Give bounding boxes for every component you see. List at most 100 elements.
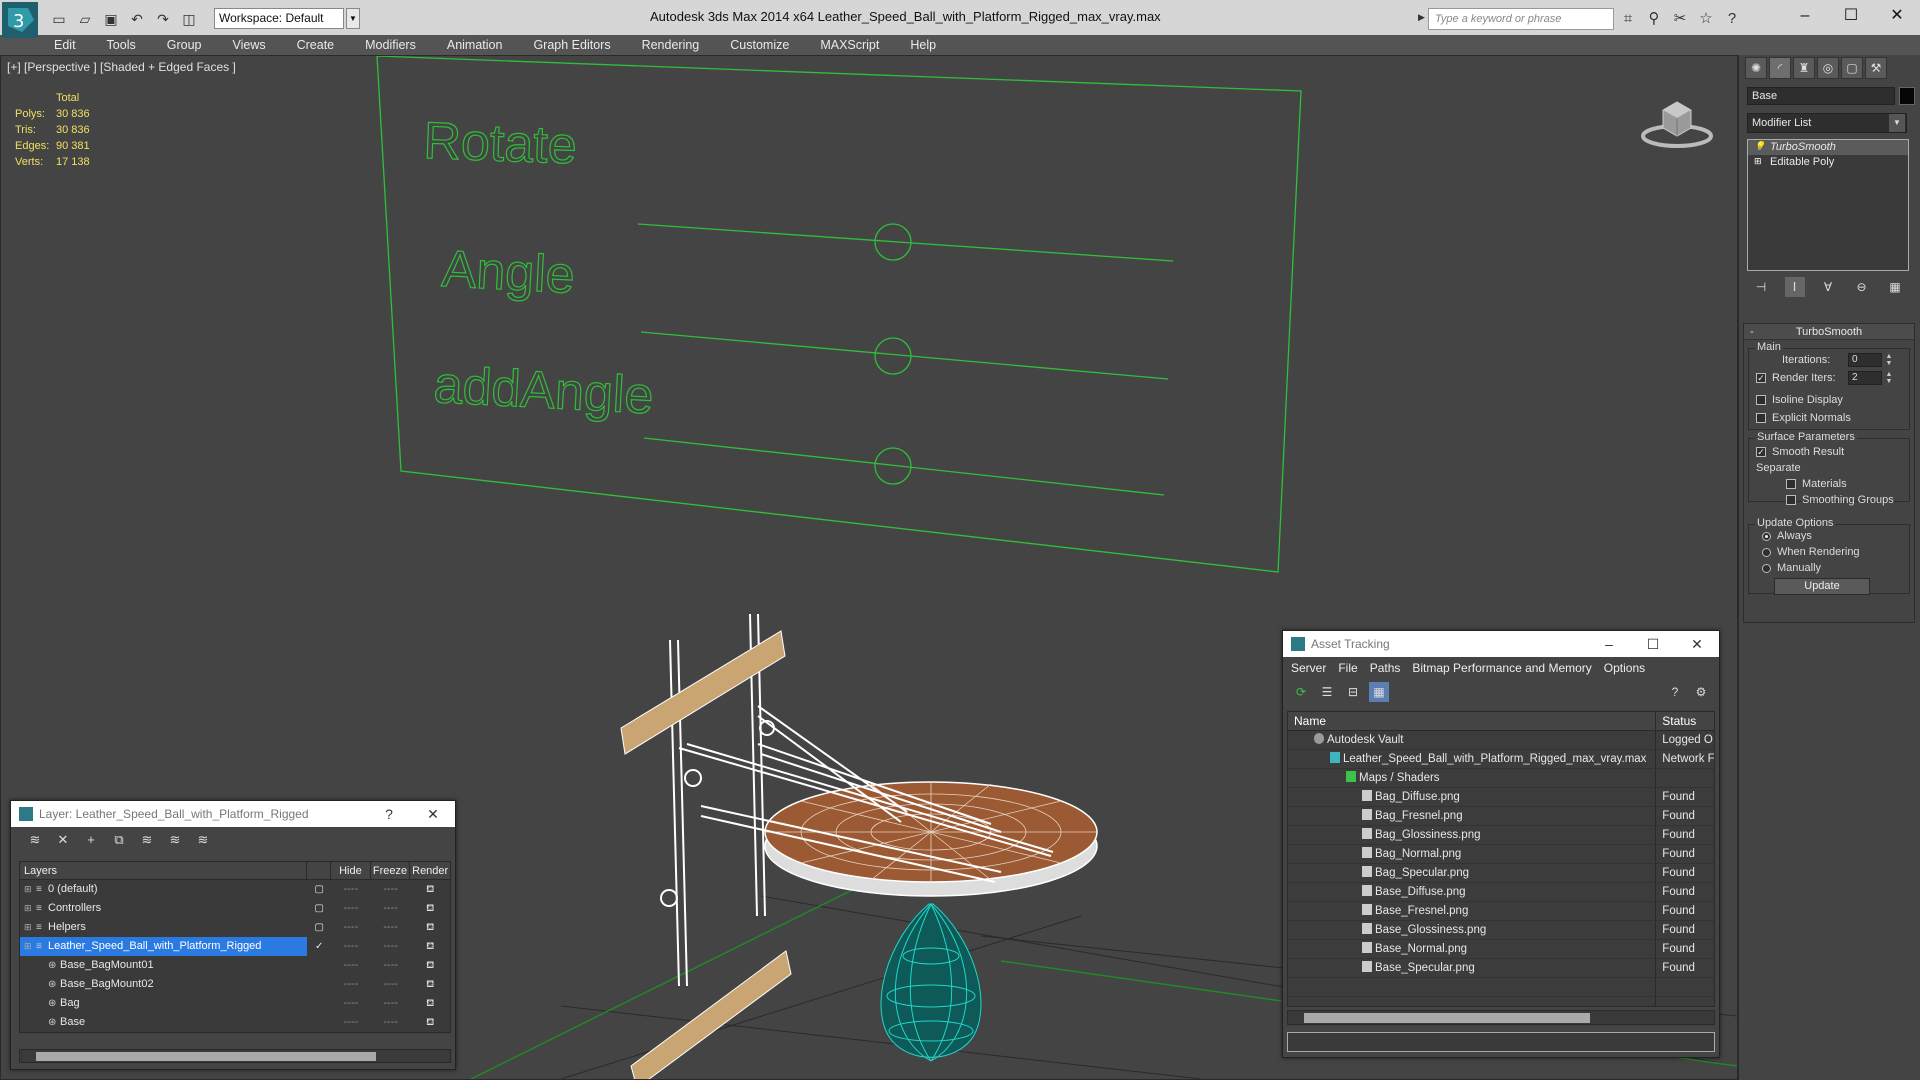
asset-close-button[interactable]: ✕ <box>1679 631 1715 657</box>
asset-row[interactable]: Base_Diffuse.png Found <box>1288 883 1714 902</box>
explicit-normals-checkbox[interactable] <box>1756 413 1766 424</box>
asset-menu-server[interactable]: Server <box>1291 657 1326 679</box>
menu-maxscript[interactable]: MAXScript <box>820 35 894 55</box>
menu-modifiers[interactable]: Modifiers <box>365 35 431 55</box>
pin-stack-icon[interactable]: ⊣ <box>1751 277 1771 297</box>
delete-layer-icon[interactable]: ✕ <box>53 831 73 849</box>
subscription-icon[interactable]: ✂ <box>1670 9 1690 29</box>
favorites-star-icon[interactable]: ☆ <box>1696 9 1716 29</box>
redo-icon[interactable]: ↷ <box>152 9 174 29</box>
hierarchy-tab-icon[interactable]: ♜ <box>1793 57 1815 79</box>
asset-name[interactable]: Bag_Glossiness.png <box>1288 826 1657 844</box>
layer-name[interactable]: ⊛ Base_BagMount02 <box>20 975 307 994</box>
materials-row[interactable]: Materials <box>1786 478 1847 490</box>
menu-customize[interactable]: Customize <box>730 35 804 55</box>
asset-menu-paths[interactable]: Paths <box>1370 657 1401 679</box>
layer-name[interactable]: ⊞ ≡ Leather_Speed_Ball_with_Platform_Rigge… <box>20 937 308 956</box>
table-view-icon[interactable]: ▦ <box>1369 682 1389 702</box>
layer-name[interactable]: ⊞ ≡ 0 (default) <box>20 880 307 899</box>
asset-minimize-button[interactable]: – <box>1591 631 1627 657</box>
lightbulb-icon[interactable]: 💡 <box>1754 142 1765 151</box>
freeze-toggle[interactable]: ---- <box>371 994 411 1013</box>
menu-create[interactable]: Create <box>297 35 350 55</box>
hide-toggle[interactable]: ---- <box>331 994 371 1013</box>
asset-name[interactable]: Bag_Normal.png <box>1288 845 1657 863</box>
menu-tools[interactable]: Tools <box>107 35 151 55</box>
layer-row[interactable]: ⊛ Base ---- ---- ⛾ <box>20 1013 450 1032</box>
spinner-arrows-icon[interactable]: ▲ ▼ <box>1884 353 1894 367</box>
asset-menu-options[interactable]: Options <box>1604 657 1645 679</box>
asset-name[interactable]: Base_Specular.png <box>1288 959 1657 977</box>
asset-name[interactable]: Bag_Diffuse.png <box>1288 788 1657 806</box>
asset-row[interactable]: Maps / Shaders <box>1288 769 1714 788</box>
materials-checkbox[interactable] <box>1786 479 1796 490</box>
menu-views[interactable]: Views <box>232 35 280 55</box>
explicit-normals-row[interactable]: Explicit Normals <box>1756 412 1851 424</box>
workspace-dropdown-arrow-icon[interactable]: ▼ <box>346 8 360 29</box>
binoculars-icon[interactable]: ⌗ <box>1618 9 1638 29</box>
create-layer-icon[interactable]: ≋ <box>25 831 45 849</box>
save-file-icon[interactable]: ▣ <box>100 9 122 29</box>
asset-name[interactable]: Base_Glossiness.png <box>1288 921 1657 939</box>
asset-horizontal-scrollbar[interactable] <box>1287 1010 1715 1025</box>
layer-name[interactable]: ⊛ Base_BagMount01 <box>20 956 307 975</box>
expand-icon[interactable]: ⊞ <box>24 899 36 918</box>
expand-icon[interactable]: ⊞ <box>24 937 36 956</box>
layer-name[interactable]: ⊞ ≡ Controllers <box>20 899 307 918</box>
menu-group[interactable]: Group <box>167 35 217 55</box>
when-rendering-radio[interactable] <box>1762 547 1771 557</box>
hide-toggle[interactable]: ---- <box>331 937 371 956</box>
add-to-layer-icon[interactable]: + <box>81 831 101 849</box>
tree-view-icon[interactable]: ⊟ <box>1343 682 1363 702</box>
show-end-result-icon[interactable]: Ⅰ <box>1784 277 1805 297</box>
freeze-all-layers-icon[interactable]: ≋ <box>193 831 213 849</box>
layer-close-button[interactable]: ✕ <box>415 801 451 827</box>
asset-help-icon[interactable]: ? <box>1665 682 1685 702</box>
hide-toggle[interactable]: ---- <box>331 956 371 975</box>
search-expand-icon[interactable]: ▶ <box>1418 12 1425 23</box>
collapse-icon[interactable]: - <box>1750 324 1754 340</box>
current-layer-toggle[interactable]: ▢ <box>307 899 331 918</box>
freeze-toggle[interactable]: ---- <box>371 899 411 918</box>
expand-plus-icon[interactable]: ⊞ <box>1754 157 1763 166</box>
menu-help[interactable]: Help <box>910 35 951 55</box>
viewport-label[interactable]: [+] [Perspective ] [Shaded + Edged Faces… <box>7 60 236 74</box>
layer-row[interactable]: ⊛ Bag ---- ---- ⛾ <box>20 994 450 1013</box>
layer-row[interactable]: ⊞ ≡ Leather_Speed_Ball_with_Platform_Rigge… <box>20 937 450 956</box>
asset-row[interactable]: Bag_Glossiness.png Found <box>1288 826 1714 845</box>
hide-toggle[interactable]: ---- <box>331 880 371 899</box>
asset-window-titlebar[interactable]: Asset Tracking – ☐ ✕ <box>1283 631 1719 657</box>
hide-toggle[interactable]: ---- <box>331 899 371 918</box>
col-layers[interactable]: Layers <box>20 862 308 879</box>
render-iters-checkbox[interactable]: ✓ <box>1756 373 1766 384</box>
manually-radio-row[interactable]: Manually <box>1762 562 1821 574</box>
freeze-toggle[interactable]: ---- <box>371 937 411 956</box>
col-freeze[interactable]: Freeze <box>371 862 411 879</box>
viewcube-icon[interactable] <box>1639 92 1715 152</box>
render-iters-spinner[interactable]: 2 <box>1848 371 1882 385</box>
layer-help-button[interactable]: ? <box>371 801 407 827</box>
layer-row[interactable]: ⊞ ≡ Helpers ▢ ---- ---- ⛾ <box>20 918 450 937</box>
asset-name[interactable]: Bag_Fresnel.png <box>1288 807 1657 825</box>
workspace-select[interactable]: Workspace: Default <box>214 8 344 29</box>
hide-toggle[interactable]: ---- <box>331 975 371 994</box>
asset-maximize-button[interactable]: ☐ <box>1635 631 1671 657</box>
asset-name[interactable]: Base_Fresnel.png <box>1288 902 1657 920</box>
stack-item-editable-poly[interactable]: ⊞ Editable Poly <box>1748 155 1908 170</box>
motion-tab-icon[interactable]: ◎ <box>1817 57 1839 79</box>
asset-name[interactable]: Leather_Speed_Ball_with_Platform_Rigged_… <box>1288 750 1657 768</box>
smoothing-groups-row[interactable]: Smoothing Groups <box>1786 494 1894 506</box>
asset-row[interactable]: Base_Specular.png Found <box>1288 959 1714 978</box>
smooth-result-row[interactable]: ✓ Smooth Result <box>1756 446 1844 458</box>
render-teapot-icon[interactable]: ⛾ <box>410 918 450 937</box>
current-layer-toggle[interactable]: ▢ <box>307 880 331 899</box>
layer-name[interactable]: ⊞ ≡ Helpers <box>20 918 307 937</box>
select-objects-icon[interactable]: ⧉ <box>109 831 129 849</box>
asset-name[interactable]: Base_Diffuse.png <box>1288 883 1657 901</box>
freeze-toggle[interactable]: ---- <box>371 1013 411 1032</box>
asset-row[interactable]: Bag_Diffuse.png Found <box>1288 788 1714 807</box>
asset-row[interactable]: Autodesk Vault Logged O <box>1288 731 1714 750</box>
freeze-toggle[interactable]: ---- <box>371 975 411 994</box>
freeze-toggle[interactable]: ---- <box>371 880 411 899</box>
menu-rendering[interactable]: Rendering <box>642 35 715 55</box>
